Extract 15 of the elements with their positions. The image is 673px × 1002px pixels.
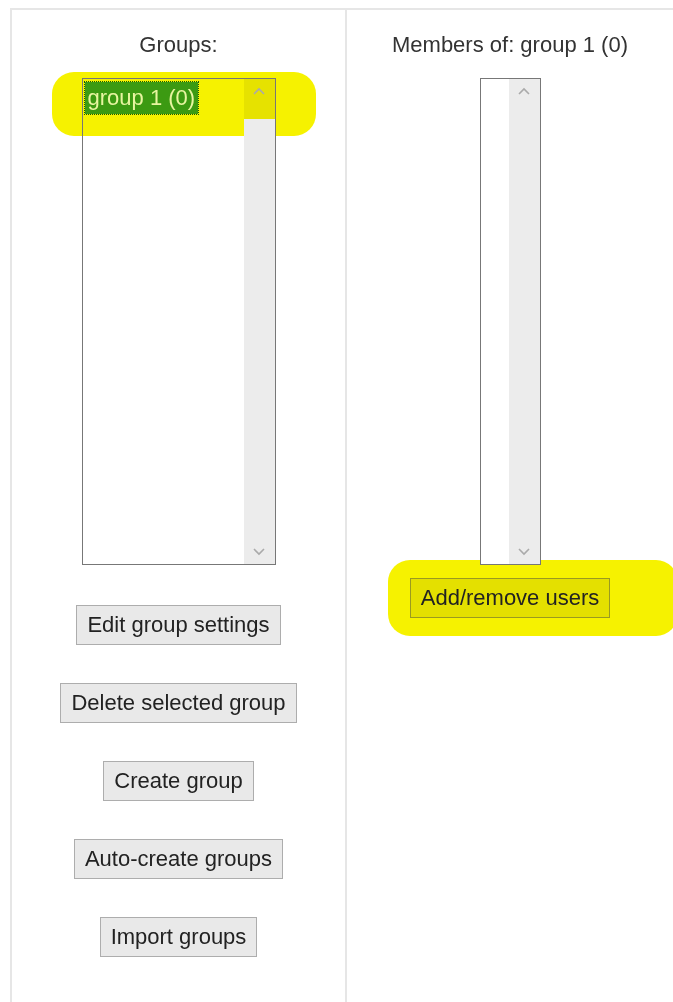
scrollbar[interactable] bbox=[243, 79, 275, 564]
scrollbar[interactable] bbox=[508, 79, 540, 564]
action-button[interactable]: Add/remove users bbox=[409, 578, 611, 618]
scroll-down-icon[interactable] bbox=[518, 548, 530, 556]
action-button[interactable]: Delete selected group bbox=[60, 683, 297, 723]
panel-heading: Groups: bbox=[139, 32, 218, 58]
action-button[interactable]: Create group bbox=[103, 761, 254, 801]
action-button[interactable]: Edit group settings bbox=[76, 605, 281, 645]
list-box[interactable] bbox=[479, 78, 541, 565]
action-button[interactable]: Auto-create groups bbox=[73, 839, 284, 879]
action-button[interactable]: Import groups bbox=[99, 917, 258, 957]
scroll-up-icon[interactable] bbox=[253, 87, 265, 95]
scroll-up-icon[interactable] bbox=[518, 87, 530, 95]
panel-heading: Members of: group 1 (0) bbox=[392, 32, 628, 58]
scroll-down-icon[interactable] bbox=[253, 548, 265, 556]
